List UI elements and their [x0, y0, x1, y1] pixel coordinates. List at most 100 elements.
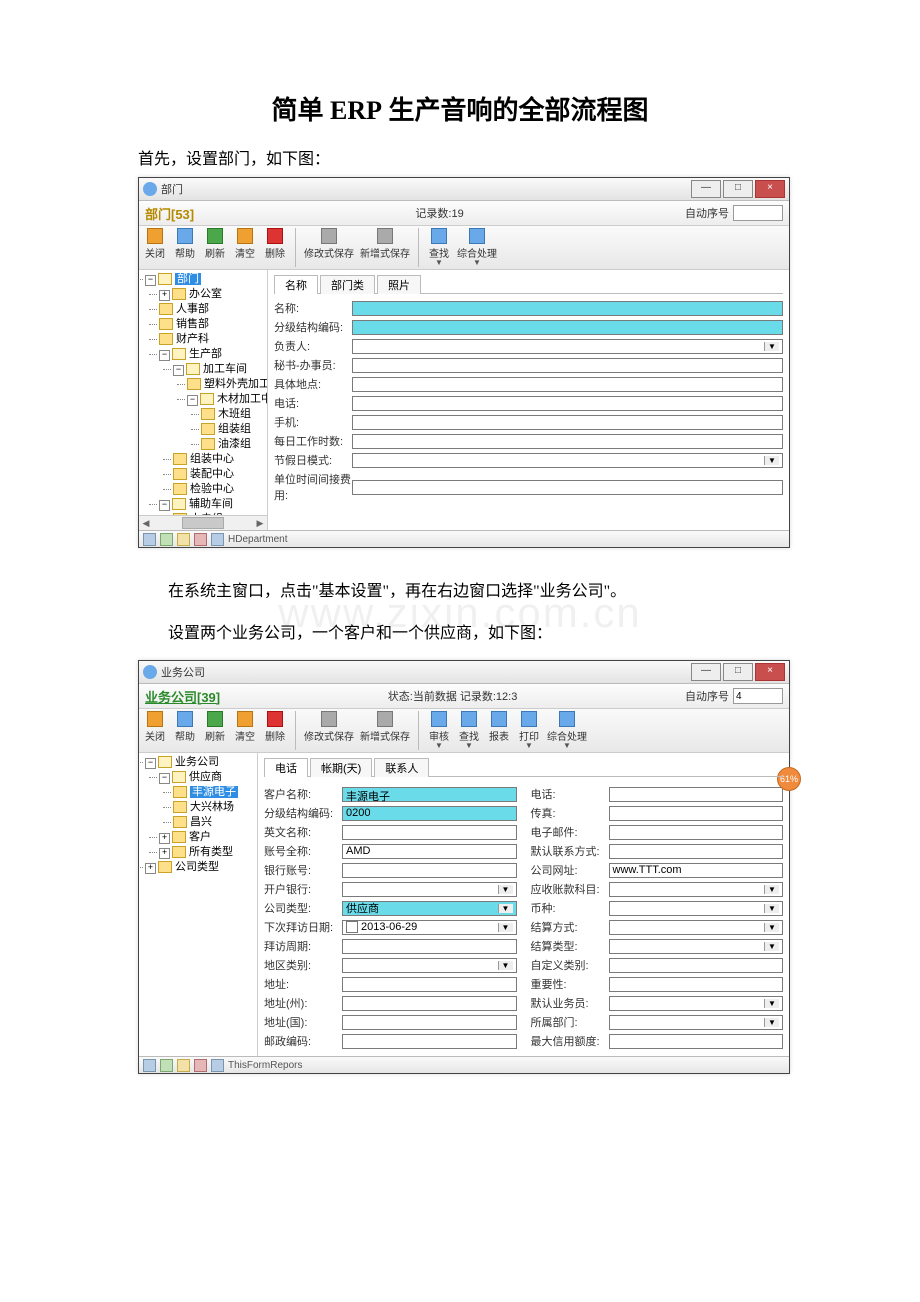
- tree-node[interactable]: −生产部 −加工车间 塑料外壳加工中 −木材加工中心 木班组: [159, 347, 267, 497]
- horizontal-scrollbar[interactable]: ◀▶: [139, 515, 267, 530]
- input-location[interactable]: [352, 377, 783, 392]
- tb-process[interactable]: 综合处理▼: [457, 228, 497, 267]
- tb-edit-save[interactable]: 修改式保存: [304, 711, 354, 743]
- tab-name[interactable]: 名称: [274, 275, 318, 294]
- input-fax[interactable]: [609, 806, 784, 821]
- tb-edit-save[interactable]: 修改式保存: [304, 228, 354, 260]
- tb-search[interactable]: 查找▼: [457, 711, 481, 750]
- input-account-full[interactable]: AMD: [342, 844, 517, 859]
- input-name[interactable]: [352, 301, 783, 316]
- select-settle-type[interactable]: ▼: [609, 939, 784, 954]
- input-email[interactable]: [609, 825, 784, 840]
- input-en-name[interactable]: [342, 825, 517, 840]
- tree-node[interactable]: −木材加工中心 木班组 组装组 油漆组: [187, 392, 267, 452]
- close-button[interactable]: ×: [755, 180, 785, 198]
- titlebar[interactable]: 部门 — □ ×: [139, 178, 789, 201]
- select-leader[interactable]: ▼: [352, 339, 783, 354]
- input-workhours[interactable]: [352, 434, 783, 449]
- select-company-type[interactable]: 供应商▼: [342, 901, 517, 916]
- input-visit-cycle[interactable]: [342, 939, 517, 954]
- tree-node[interactable]: −供应商 丰源电子 大兴林场 昌兴: [159, 770, 257, 830]
- tree-root[interactable]: 部门: [175, 273, 201, 285]
- input-address-country[interactable]: [342, 1015, 517, 1030]
- select-currency[interactable]: ▼: [609, 901, 784, 916]
- tb-refresh[interactable]: 刷新: [203, 711, 227, 743]
- input-postal[interactable]: [342, 1034, 517, 1049]
- tree-pane[interactable]: −业务公司 −供应商 丰源电子 大兴林场 昌兴 +客户: [139, 753, 258, 1056]
- tree-node[interactable]: 木班组: [201, 407, 267, 422]
- tree-node[interactable]: 销售部: [159, 317, 267, 332]
- input-credit-limit[interactable]: [609, 1034, 784, 1049]
- tree-node[interactable]: +客户: [159, 830, 257, 845]
- date-next-visit[interactable]: 2013-06-29▼: [342, 920, 517, 935]
- tb-help[interactable]: 帮助: [173, 228, 197, 260]
- tb-delete[interactable]: 删除: [263, 228, 287, 260]
- input-custom-cat[interactable]: [609, 958, 784, 973]
- input-website[interactable]: www.TTT.com: [609, 863, 784, 878]
- tree-node[interactable]: 检验中心: [173, 482, 267, 497]
- tree-node[interactable]: 装配中心: [173, 467, 267, 482]
- minimize-button[interactable]: —: [691, 663, 721, 681]
- maximize-button[interactable]: □: [723, 180, 753, 198]
- auto-seq-input[interactable]: [733, 688, 783, 704]
- tree-node[interactable]: +公司类型: [145, 860, 257, 875]
- tb-print[interactable]: 打印▼: [517, 711, 541, 750]
- select-bank[interactable]: ▼: [342, 882, 517, 897]
- auto-seq-input[interactable]: [733, 205, 783, 221]
- tb-report[interactable]: 报表: [487, 711, 511, 743]
- tab-photo[interactable]: 照片: [377, 275, 421, 294]
- select-department[interactable]: ▼: [609, 1015, 784, 1030]
- tb-clear[interactable]: 清空: [233, 228, 257, 260]
- select-default-sales[interactable]: ▼: [609, 996, 784, 1011]
- tb-add-save[interactable]: 新增式保存: [360, 711, 410, 743]
- tab-period[interactable]: 帐期(天): [310, 758, 372, 777]
- tree-pane[interactable]: −部门 +办公室 人事部 销售部 财产科 −生产部 −加工车间: [139, 270, 268, 530]
- input-importance[interactable]: [609, 977, 784, 992]
- tree-node[interactable]: 大兴林场: [173, 800, 257, 815]
- tree-node[interactable]: 油漆组: [201, 437, 267, 452]
- input-unitcost[interactable]: [352, 480, 783, 495]
- minimize-button[interactable]: —: [691, 180, 721, 198]
- input-address-state[interactable]: [342, 996, 517, 1011]
- tree-node[interactable]: +办公室: [159, 287, 267, 302]
- input-address[interactable]: [342, 977, 517, 992]
- close-button[interactable]: ×: [755, 663, 785, 681]
- tb-close[interactable]: 关闭: [143, 228, 167, 260]
- tb-review[interactable]: 审核▼: [427, 711, 451, 750]
- input-phone[interactable]: [352, 396, 783, 411]
- tb-add-save[interactable]: 新增式保存: [360, 228, 410, 260]
- select-receivable[interactable]: ▼: [609, 882, 784, 897]
- tree-node[interactable]: 昌兴: [173, 815, 257, 830]
- tb-process[interactable]: 综合处理▼: [547, 711, 587, 750]
- tree-node[interactable]: +所有类型: [159, 845, 257, 860]
- tab-phone[interactable]: 电话: [264, 758, 308, 777]
- input-phone[interactable]: [609, 787, 784, 802]
- input-customer-name[interactable]: 丰源电子: [342, 787, 517, 802]
- tab-contact[interactable]: 联系人: [374, 758, 429, 777]
- tree-node[interactable]: 人事部: [159, 302, 267, 317]
- tree-root[interactable]: 业务公司: [175, 756, 219, 768]
- input-secretary[interactable]: [352, 358, 783, 373]
- input-default-contact[interactable]: [609, 844, 784, 859]
- tb-delete[interactable]: 删除: [263, 711, 287, 743]
- select-holiday[interactable]: ▼: [352, 453, 783, 468]
- input-code[interactable]: [352, 320, 783, 335]
- input-code[interactable]: 0200: [342, 806, 517, 821]
- tb-close[interactable]: 关闭: [143, 711, 167, 743]
- tb-clear[interactable]: 清空: [233, 711, 257, 743]
- tree-node[interactable]: 财产科: [159, 332, 267, 347]
- tb-help[interactable]: 帮助: [173, 711, 197, 743]
- input-mobile[interactable]: [352, 415, 783, 430]
- tree-toggle[interactable]: −: [145, 275, 156, 286]
- tb-search[interactable]: 查找▼: [427, 228, 451, 267]
- select-settle-method[interactable]: ▼: [609, 920, 784, 935]
- tree-node[interactable]: 塑料外壳加工中: [187, 377, 267, 392]
- tree-node[interactable]: 组装组: [201, 422, 267, 437]
- titlebar[interactable]: 业务公司 — □ ×: [139, 661, 789, 684]
- input-bank-account[interactable]: [342, 863, 517, 878]
- tree-node[interactable]: 丰源电子: [173, 785, 257, 800]
- select-region[interactable]: ▼: [342, 958, 517, 973]
- maximize-button[interactable]: □: [723, 663, 753, 681]
- tree-node[interactable]: −加工车间 塑料外壳加工中 −木材加工中心 木班组 组装组: [173, 362, 267, 452]
- tree-node[interactable]: 组装中心: [173, 452, 267, 467]
